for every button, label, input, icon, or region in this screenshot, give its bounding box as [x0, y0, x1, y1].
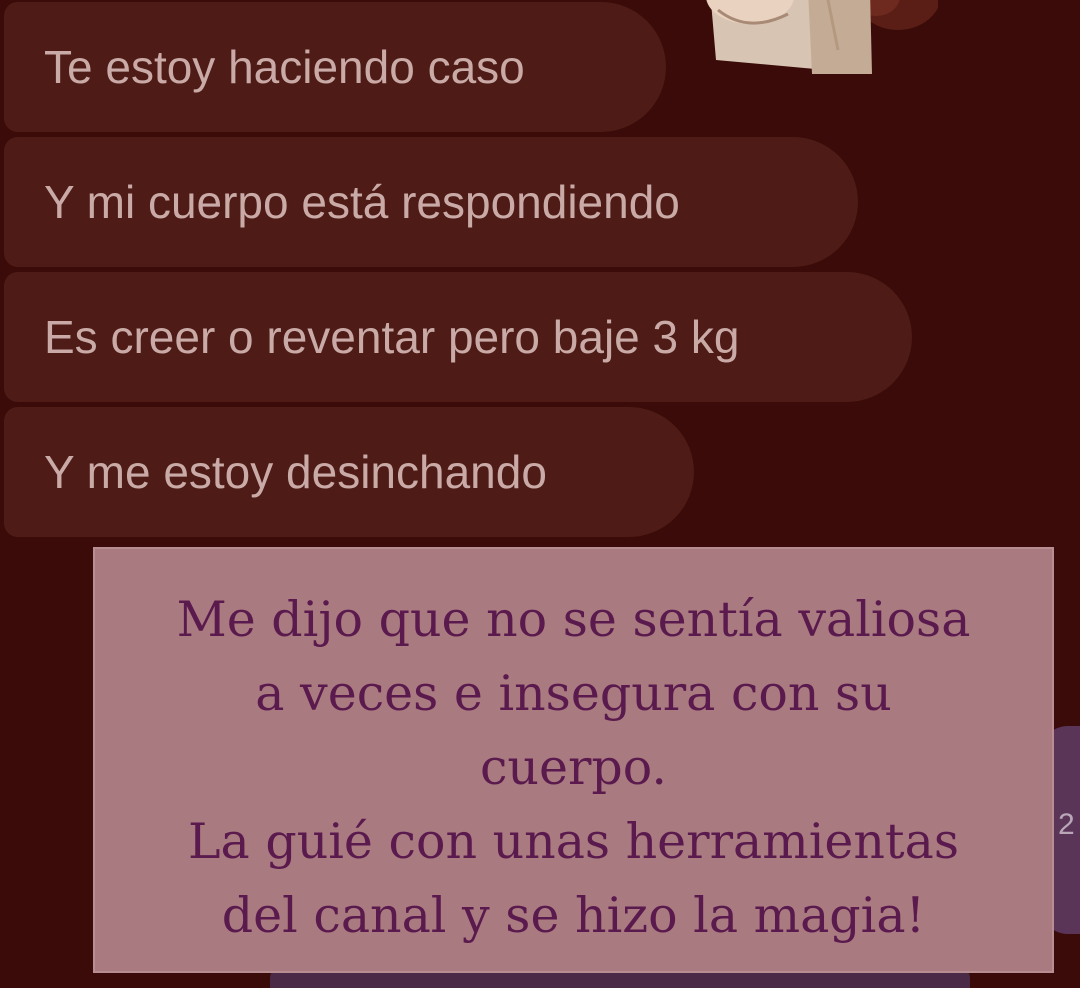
message-text: Y mi cuerpo está respondiendo [44, 176, 680, 228]
chat-thread: Te estoy haciendo caso Y mi cuerpo está … [0, 0, 1080, 988]
message-text: Es creer o reventar pero baje 3 kg [44, 311, 740, 363]
message-text: Te estoy haciendo caso [44, 41, 525, 93]
sticker-image[interactable] [688, 0, 938, 76]
received-message[interactable]: Te estoy haciendo caso [4, 2, 666, 132]
received-message[interactable]: Es creer o reventar pero baje 3 kg [4, 272, 912, 402]
caption-line: Me dijo que no se sentía valiosa [176, 591, 971, 648]
caption-line: cuerpo. [479, 739, 667, 796]
caption-line: La guié con unas herramientas [188, 813, 959, 870]
overlay-caption: Me dijo que no se sentía valiosa a veces… [93, 547, 1054, 973]
sent-message-partial-text: 2 [1058, 808, 1075, 841]
message-text: Y me estoy desinchando [44, 446, 547, 498]
received-message[interactable]: Y mi cuerpo está respondiendo [4, 137, 858, 267]
caption-line: a veces e insegura con su [255, 665, 892, 722]
caption-line: del canal y se hizo la magia! [221, 887, 926, 944]
received-message[interactable]: Y me estoy desinchando [4, 407, 694, 537]
